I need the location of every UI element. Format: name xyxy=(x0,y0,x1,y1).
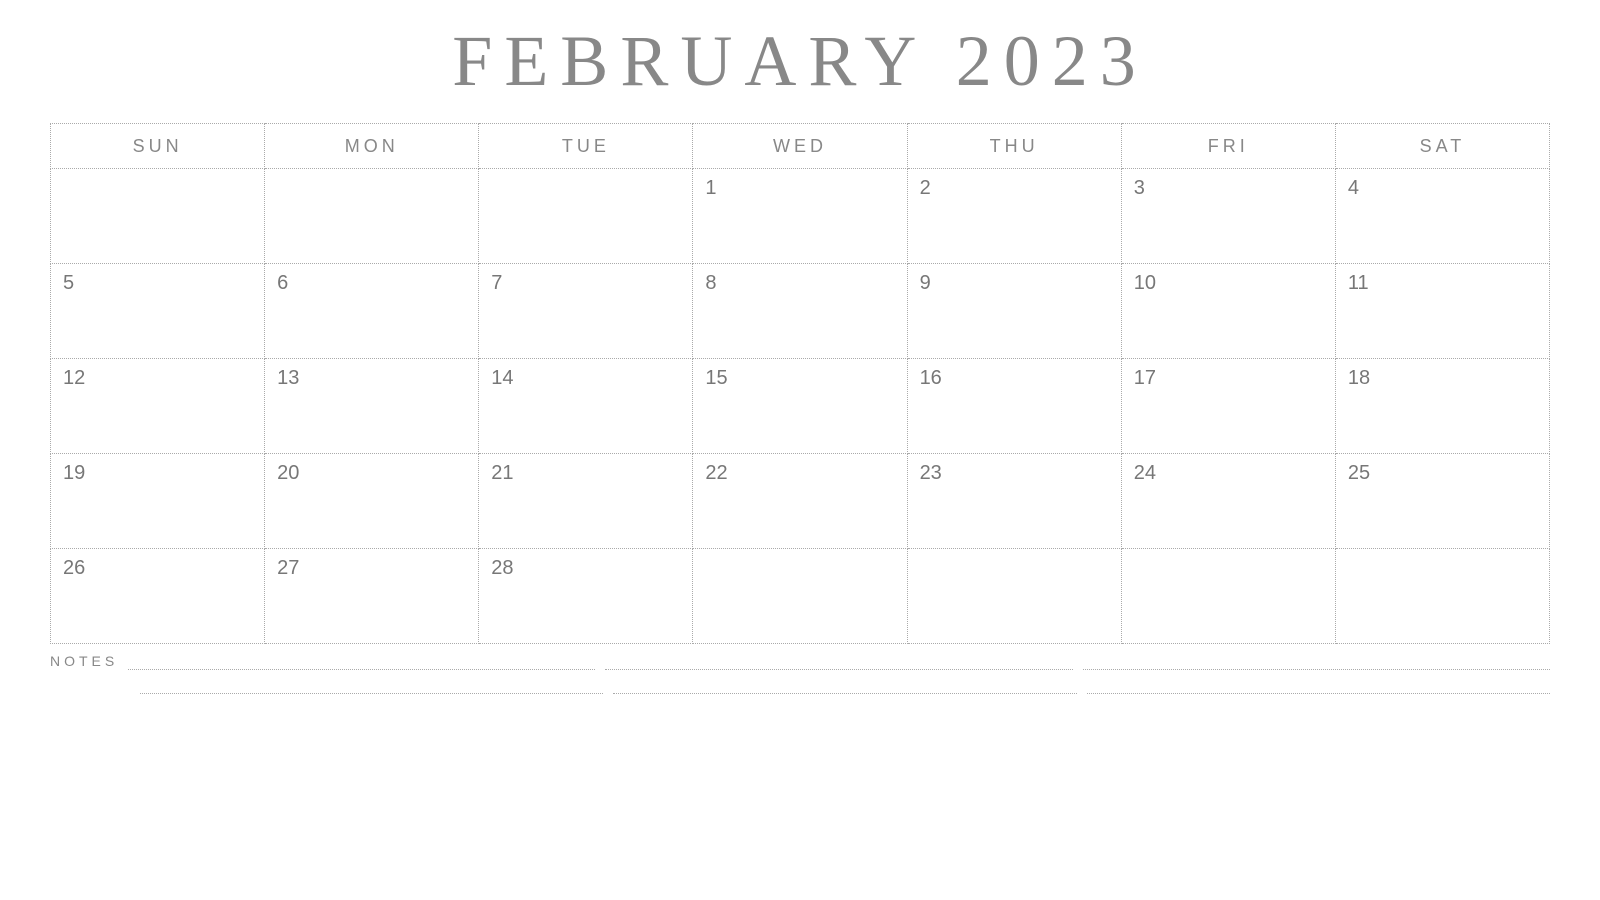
day-number: 24 xyxy=(1134,462,1156,484)
calendar-cell: 19 xyxy=(51,454,265,549)
week-row-3: 19 20 21 22 23 24 25 xyxy=(51,454,1550,549)
day-number: 8 xyxy=(705,272,716,294)
day-number: 21 xyxy=(491,462,513,484)
day-number: 28 xyxy=(491,557,513,579)
calendar-cell: 16 xyxy=(907,359,1121,454)
calendar-cell: 14 xyxy=(479,359,693,454)
day-number: 12 xyxy=(63,367,85,389)
day-number: 7 xyxy=(491,272,502,294)
notes-row-1: NOTES xyxy=(50,652,1550,670)
notes-line-2c xyxy=(1087,676,1550,694)
calendar-cell: 8 xyxy=(693,264,907,359)
day-number: 2 xyxy=(920,177,931,199)
calendar-cell: 26 xyxy=(51,549,265,644)
calendar-cell: 23 xyxy=(907,454,1121,549)
calendar-cell: 1 xyxy=(693,169,907,264)
day-number: 1 xyxy=(705,177,716,199)
calendar-cell xyxy=(479,169,693,264)
day-number: 19 xyxy=(63,462,85,484)
notes-line-1a xyxy=(128,652,595,670)
calendar-cell: 9 xyxy=(907,264,1121,359)
weekday-header-thu: THU xyxy=(907,124,1121,169)
notes-section: NOTES xyxy=(50,652,1550,694)
notes-label: NOTES xyxy=(50,653,118,669)
day-number: 10 xyxy=(1134,272,1156,294)
calendar-cell: 10 xyxy=(1121,264,1335,359)
calendar-cell: 2 xyxy=(907,169,1121,264)
week-row-0: 1 2 3 4 xyxy=(51,169,1550,264)
calendar-cell: 15 xyxy=(693,359,907,454)
calendar-cell xyxy=(693,549,907,644)
calendar-cell: 13 xyxy=(265,359,479,454)
calendar-cell: 4 xyxy=(1335,169,1549,264)
day-number: 5 xyxy=(63,272,74,294)
day-number: 25 xyxy=(1348,462,1370,484)
calendar-container: FEBRUARY 2023 SUNMONTUEWEDTHUFRISAT 1234… xyxy=(50,0,1550,694)
calendar-grid: SUNMONTUEWEDTHUFRISAT 123456789101112131… xyxy=(50,123,1550,644)
calendar-cell: 20 xyxy=(265,454,479,549)
calendar-cell: 7 xyxy=(479,264,693,359)
day-number: 26 xyxy=(63,557,85,579)
notes-line-2b xyxy=(613,676,1076,694)
calendar-cell xyxy=(265,169,479,264)
weekday-header-row: SUNMONTUEWEDTHUFRISAT xyxy=(51,124,1550,169)
calendar-cell xyxy=(51,169,265,264)
calendar-cell: 25 xyxy=(1335,454,1549,549)
day-number: 27 xyxy=(277,557,299,579)
calendar-title: FEBRUARY 2023 xyxy=(50,20,1550,103)
calendar-cell: 3 xyxy=(1121,169,1335,264)
notes-line-1b xyxy=(605,652,1072,670)
day-number: 22 xyxy=(705,462,727,484)
calendar-cell: 27 xyxy=(265,549,479,644)
calendar-cell: 6 xyxy=(265,264,479,359)
day-number: 13 xyxy=(277,367,299,389)
notes-line-2a xyxy=(140,676,603,694)
week-row-1: 5 6 7 8 9 10 11 xyxy=(51,264,1550,359)
day-number: 20 xyxy=(277,462,299,484)
calendar-cell: 17 xyxy=(1121,359,1335,454)
weekday-header-mon: MON xyxy=(265,124,479,169)
weekday-header-tue: TUE xyxy=(479,124,693,169)
day-number: 18 xyxy=(1348,367,1370,389)
day-number: 3 xyxy=(1134,177,1145,199)
calendar-cell xyxy=(1121,549,1335,644)
calendar-cell: 24 xyxy=(1121,454,1335,549)
calendar-cell: 11 xyxy=(1335,264,1549,359)
weekday-header-wed: WED xyxy=(693,124,907,169)
calendar-cell xyxy=(1335,549,1549,644)
week-row-2: 12 13 14 15 16 17 18 xyxy=(51,359,1550,454)
week-row-4: 26 27 28 xyxy=(51,549,1550,644)
calendar-cell: 22 xyxy=(693,454,907,549)
weekday-header-sat: SAT xyxy=(1335,124,1549,169)
day-number: 15 xyxy=(705,367,727,389)
day-number: 23 xyxy=(920,462,942,484)
calendar-cell xyxy=(907,549,1121,644)
calendar-cell: 28 xyxy=(479,549,693,644)
day-number: 16 xyxy=(920,367,942,389)
calendar-cell: 12 xyxy=(51,359,265,454)
notes-line-1c xyxy=(1083,652,1550,670)
weekday-header-sun: SUN xyxy=(51,124,265,169)
calendar-cell: 21 xyxy=(479,454,693,549)
notes-row-2 xyxy=(50,676,1550,694)
day-number: 9 xyxy=(920,272,931,294)
day-number: 17 xyxy=(1134,367,1156,389)
day-number: 6 xyxy=(277,272,288,294)
day-number: 11 xyxy=(1348,272,1369,294)
calendar-cell: 18 xyxy=(1335,359,1549,454)
weekday-header-fri: FRI xyxy=(1121,124,1335,169)
calendar-cell: 5 xyxy=(51,264,265,359)
day-number: 14 xyxy=(491,367,513,389)
calendar-body: 1234567891011121314151617181920212223242… xyxy=(51,169,1550,644)
day-number: 4 xyxy=(1348,177,1359,199)
